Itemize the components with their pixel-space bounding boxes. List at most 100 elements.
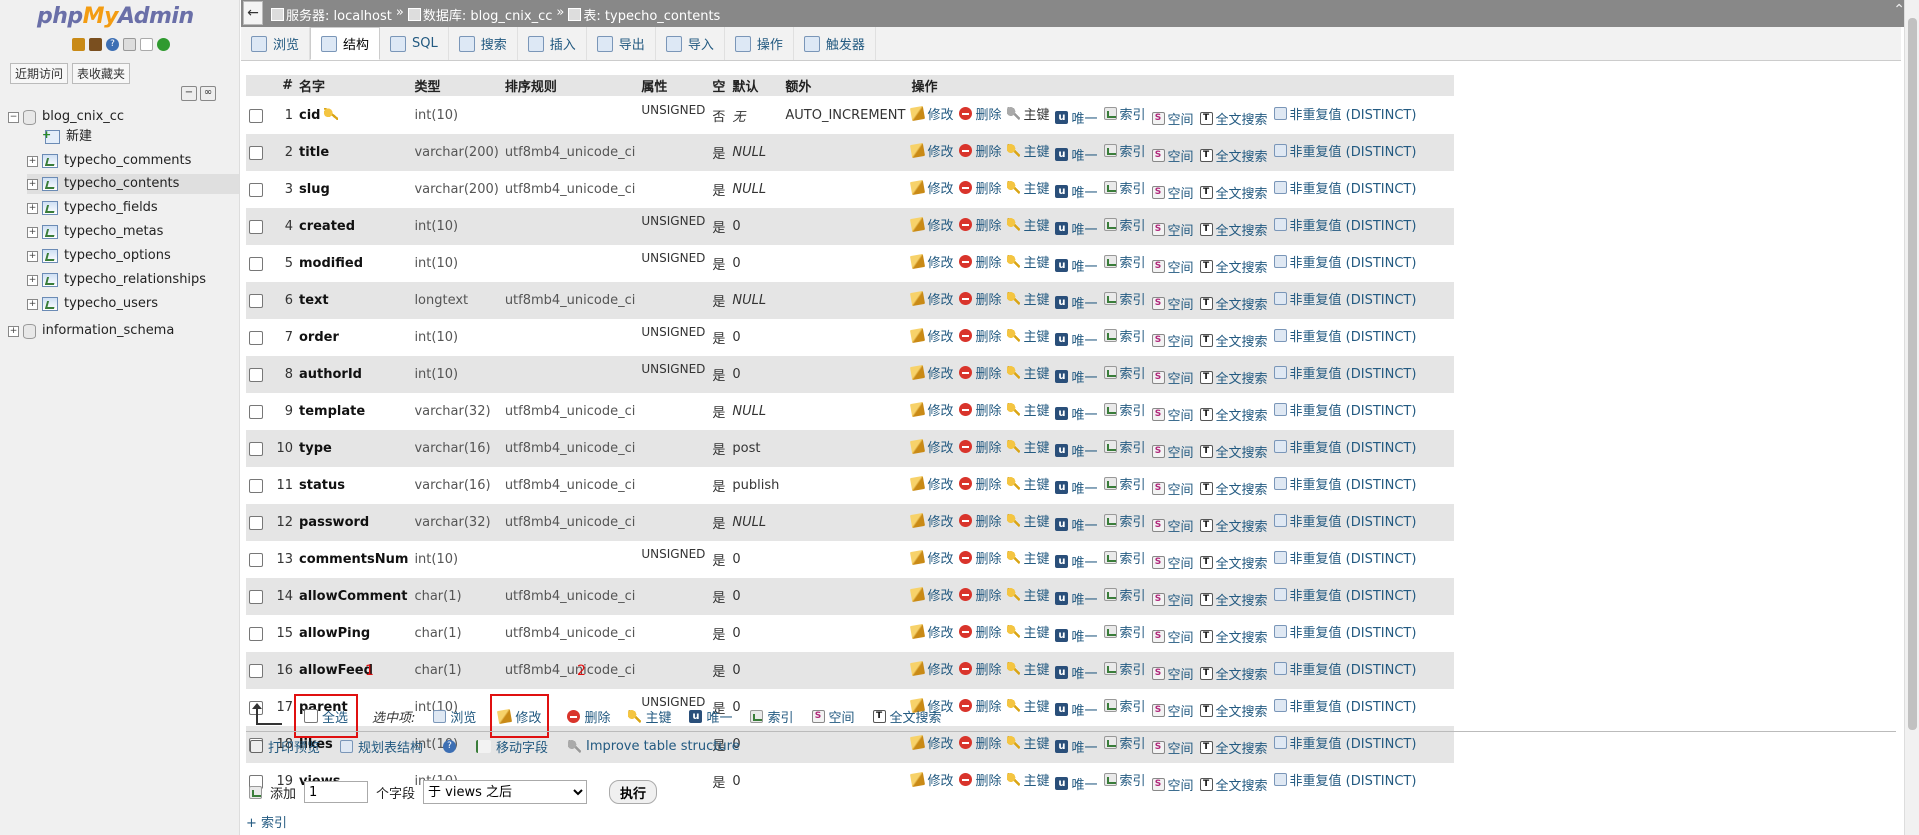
row-checkbox[interactable] <box>249 663 263 678</box>
unique-action[interactable]: u 唯一 <box>1055 219 1098 238</box>
index-action[interactable]: 索引 <box>1103 326 1146 345</box>
expand-icon[interactable]: + <box>8 325 19 337</box>
move-columns-link[interactable]: 移动字段 <box>476 737 548 756</box>
tab-export[interactable]: 导出 <box>587 27 656 60</box>
drop-action[interactable]: 删除 <box>959 178 1001 197</box>
tab-search[interactable]: 搜索 <box>449 27 518 60</box>
collapse-icon[interactable]: − <box>8 111 19 123</box>
unique-action[interactable]: u 唯一 <box>1055 293 1098 312</box>
index-action[interactable]: 索引 <box>1103 770 1146 789</box>
bulk-index-button[interactable]: 索引 <box>750 707 794 726</box>
field-name-text[interactable]: modified <box>299 256 363 271</box>
field-name[interactable]: allowPing <box>296 615 412 652</box>
row-checkbox[interactable] <box>249 367 263 382</box>
table-name[interactable]: typecho_users <box>64 294 158 314</box>
spatial-action[interactable]: S 空间 <box>1151 479 1194 498</box>
column-position-select[interactable]: 于 views 之后 <box>423 780 588 804</box>
fulltext-action[interactable]: T 全文搜索 <box>1199 442 1268 461</box>
go-button[interactable]: 执行 <box>609 780 658 804</box>
drop-action[interactable]: 删除 <box>959 696 1001 715</box>
distinct-action[interactable]: 非重复值 (DISTINCT) <box>1273 437 1416 456</box>
row-checkbox[interactable] <box>249 552 263 567</box>
help-icon[interactable]: ? <box>106 38 119 51</box>
improve-structure-link[interactable]: Improve table structure <box>568 739 740 754</box>
db-name[interactable]: information_schema <box>42 321 174 341</box>
spatial-action[interactable]: S 空间 <box>1151 516 1194 535</box>
tree-table-metas[interactable]: + typecho_metas <box>27 222 163 242</box>
row-checkbox[interactable] <box>249 589 263 604</box>
unique-action[interactable]: u 唯一 <box>1055 700 1098 719</box>
distinct-action[interactable]: 非重复值 (DISTINCT) <box>1273 659 1416 678</box>
primary-action[interactable]: 主键 <box>1007 104 1049 123</box>
tree-table-comments[interactable]: + typecho_comments <box>27 151 191 171</box>
column-header[interactable]: 名字 <box>296 75 412 97</box>
row-checkbox[interactable] <box>249 182 263 197</box>
tab-sql[interactable]: SQL <box>380 27 449 60</box>
tab-import[interactable]: 导入 <box>656 27 725 60</box>
change-action[interactable]: 修改 <box>910 104 953 123</box>
distinct-action[interactable]: 非重复值 (DISTINCT) <box>1273 289 1416 308</box>
spatial-action[interactable]: S 空间 <box>1151 442 1194 461</box>
new-label[interactable]: 新建 <box>66 127 92 147</box>
primary-action[interactable]: 主键 <box>1007 733 1049 752</box>
change-action[interactable]: 修改 <box>910 215 953 234</box>
unique-action[interactable]: u 唯一 <box>1055 774 1098 793</box>
change-action[interactable]: 修改 <box>910 178 953 197</box>
bulk-spatial-button[interactable]: S 空间 <box>811 707 855 726</box>
index-action[interactable]: 索引 <box>1103 696 1146 715</box>
tree-table-relationships[interactable]: + typecho_relationships <box>27 270 206 290</box>
index-action[interactable]: 索引 <box>1103 252 1146 271</box>
primary-action[interactable]: 主键 <box>1007 474 1049 493</box>
fulltext-action[interactable]: T 全文搜索 <box>1199 183 1268 202</box>
unique-action[interactable]: u 唯一 <box>1055 626 1098 645</box>
row-checkbox[interactable] <box>249 404 263 419</box>
tab-triggers[interactable]: 触发器 <box>794 27 876 60</box>
column-header[interactable]: 额外 <box>782 75 909 97</box>
field-name[interactable]: password <box>296 504 412 541</box>
field-name-text[interactable]: order <box>299 330 339 345</box>
change-action[interactable]: 修改 <box>910 289 953 308</box>
tree-db-blog[interactable]: − blog_cnix_cc <box>8 107 124 127</box>
column-header[interactable]: 空 <box>709 75 730 97</box>
distinct-action[interactable]: 非重复值 (DISTINCT) <box>1273 326 1416 345</box>
bulk-drop-button[interactable]: 删除 <box>567 707 610 726</box>
field-name[interactable]: modified <box>296 245 412 282</box>
primary-action[interactable]: 主键 <box>1007 289 1049 308</box>
primary-action[interactable]: 主键 <box>1007 696 1049 715</box>
spatial-action[interactable]: S 空间 <box>1151 257 1194 276</box>
spatial-action[interactable]: S 空间 <box>1151 368 1194 387</box>
drop-action[interactable]: 删除 <box>959 659 1001 678</box>
unique-action[interactable]: u 唯一 <box>1055 145 1098 164</box>
change-action[interactable]: 修改 <box>910 363 953 382</box>
spatial-action[interactable]: S 空间 <box>1151 183 1194 202</box>
drop-action[interactable]: 删除 <box>959 585 1001 604</box>
field-name-text[interactable]: authorId <box>299 367 362 382</box>
fulltext-action[interactable]: T 全文搜索 <box>1199 553 1268 572</box>
index-action[interactable]: 索引 <box>1103 215 1146 234</box>
favorites-tab[interactable]: 表收藏夹 <box>72 63 131 84</box>
primary-action[interactable]: 主键 <box>1007 548 1049 567</box>
fulltext-action[interactable]: T 全文搜索 <box>1199 146 1268 165</box>
back-arrow-icon[interactable]: ← <box>243 1 263 25</box>
drop-action[interactable]: 删除 <box>959 215 1001 234</box>
change-action[interactable]: 修改 <box>910 659 953 678</box>
drop-action[interactable]: 删除 <box>959 363 1001 382</box>
scrollbar[interactable] <box>1904 0 1919 835</box>
change-action[interactable]: 修改 <box>910 141 953 160</box>
field-name[interactable]: created <box>296 208 412 245</box>
distinct-action[interactable]: 非重复值 (DISTINCT) <box>1273 363 1416 382</box>
change-action[interactable]: 修改 <box>910 474 953 493</box>
row-checkbox[interactable] <box>249 626 263 641</box>
help-link[interactable]: ? <box>443 740 457 753</box>
field-name[interactable]: commentsNum <box>296 541 412 578</box>
field-name-text[interactable]: title <box>299 145 329 160</box>
column-header[interactable]: 排序规则 <box>501 75 639 97</box>
row-checkbox[interactable] <box>249 441 263 456</box>
tab-insert[interactable]: 插入 <box>518 27 587 60</box>
unique-action[interactable]: u 唯一 <box>1055 515 1098 534</box>
index-action[interactable]: 索引 <box>1103 622 1146 641</box>
field-name-text[interactable]: commentsNum <box>299 552 408 567</box>
table-name[interactable]: typecho_options <box>64 246 171 266</box>
row-checkbox[interactable] <box>249 219 263 234</box>
distinct-action[interactable]: 非重复值 (DISTINCT) <box>1273 770 1416 789</box>
